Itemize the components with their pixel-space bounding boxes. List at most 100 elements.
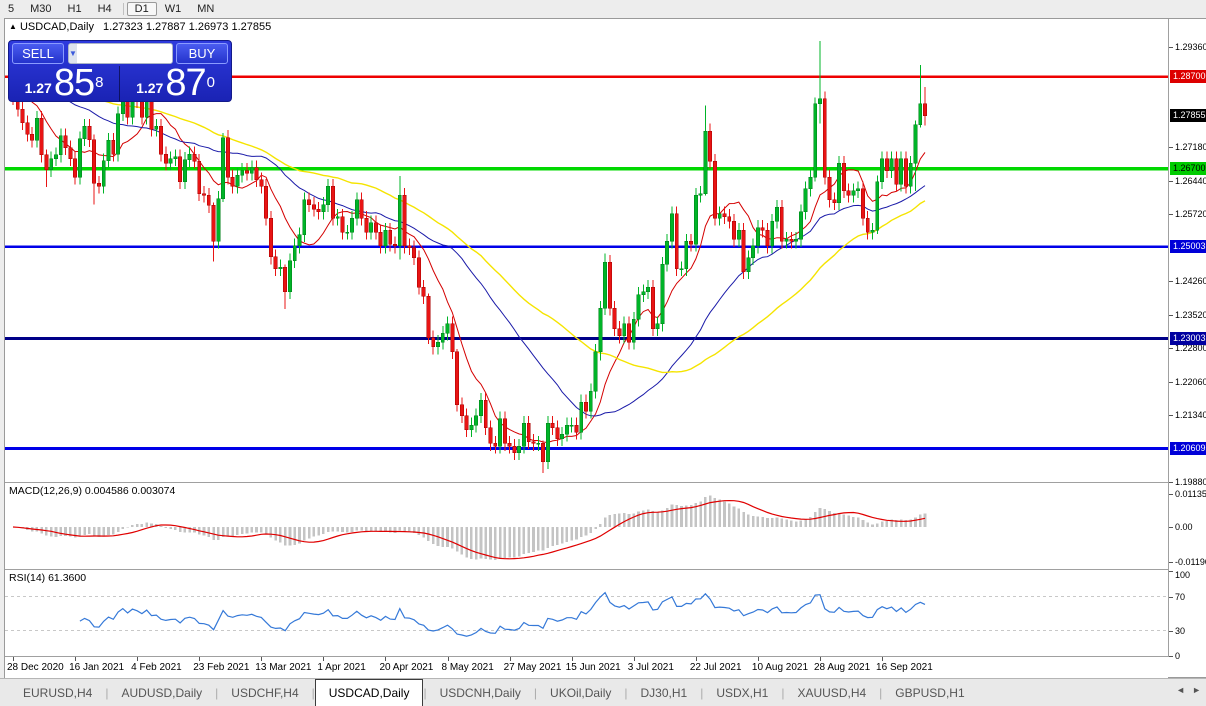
rsi-axis-label: 0 bbox=[1175, 651, 1181, 661]
rsi-axis-label: 70 bbox=[1175, 591, 1186, 602]
axis-tick bbox=[1169, 482, 1173, 483]
tab-gbpusd-h1[interactable]: GBPUSD,H1 bbox=[882, 679, 977, 706]
timeframe-button-h4[interactable]: H4 bbox=[90, 2, 120, 16]
sell-button[interactable]: SELL bbox=[12, 43, 64, 64]
tab-scroll-right-icon[interactable]: ► bbox=[1192, 685, 1201, 695]
timeframe-button-mn[interactable]: MN bbox=[189, 2, 222, 16]
axis-tick bbox=[1169, 630, 1173, 632]
buy-price[interactable]: 1.27 87 0 bbox=[120, 64, 231, 102]
date-tick bbox=[633, 657, 635, 661]
axis-tick bbox=[1169, 656, 1173, 657]
one-click-trading-panel: SELL ▼ ▲ BUY 1.27 85 8 1.27 87 0 bbox=[8, 40, 232, 102]
price-up-arrow-icon: ▲ bbox=[9, 22, 17, 31]
sell-price-base: 1.27 bbox=[24, 80, 52, 96]
rsi-axis-label: 100 bbox=[1175, 570, 1191, 580]
timeframe-button-h1[interactable]: H1 bbox=[60, 2, 90, 16]
macd-axis-label: 0.01135 bbox=[1175, 488, 1206, 499]
date-axis-label: 13 Mar 2021 bbox=[255, 662, 312, 673]
macd-axis-label: -0.01190 bbox=[1175, 557, 1206, 568]
tab-usdx-h1[interactable]: USDX,H1 bbox=[703, 679, 781, 706]
price-axis-label: 1.21340 bbox=[1175, 409, 1206, 420]
date-tick bbox=[447, 657, 449, 661]
date-tick bbox=[199, 657, 201, 661]
rsi-axis-label: 30 bbox=[1175, 625, 1186, 636]
date-tick bbox=[13, 657, 14, 661]
axis-tick bbox=[1169, 596, 1173, 598]
symbol-title: USDCAD,Daily bbox=[19, 21, 94, 33]
tab-xauusd-h4[interactable]: XAUUSD,H4 bbox=[784, 679, 879, 706]
sell-price-point: 8 bbox=[95, 74, 104, 91]
level-price-badge: 1.23003 bbox=[1170, 331, 1206, 345]
tab-scroll-controls: ◄ ► bbox=[1169, 685, 1201, 695]
date-tick bbox=[137, 657, 139, 661]
tab-dj30-h1[interactable]: DJ30,H1 bbox=[628, 679, 701, 706]
date-axis-label: 10 Aug 2021 bbox=[751, 662, 809, 673]
date-tick bbox=[323, 657, 325, 661]
axis-tick bbox=[1169, 280, 1173, 282]
date-axis-label: 27 May 2021 bbox=[503, 662, 562, 673]
level-price-badge: 1.26700 bbox=[1170, 161, 1206, 175]
chart-tab-bar: EURUSD,H4 | AUDUSD,Daily | USDCHF,H4 | USDCAD,… bbox=[0, 678, 1206, 706]
macd-chart-canvas[interactable] bbox=[5, 484, 1168, 569]
level-price-badge: 1.25003 bbox=[1170, 239, 1206, 253]
date-tick bbox=[261, 657, 263, 661]
pane-separator[interactable] bbox=[5, 569, 1206, 570]
symbol-ohlc-values: 1.27323 1.27887 1.26973 1.27855 bbox=[103, 21, 272, 33]
price-axis-label: 1.23520 bbox=[1175, 309, 1206, 320]
level-price-badge: 1.20609 bbox=[1170, 441, 1206, 455]
macd-indicator-label: MACD(12,26,9) 0.004586 0.003074 bbox=[9, 485, 176, 497]
timeframe-toolbar: 5 M30 H1 H4 D1 W1 MN bbox=[0, 0, 1206, 18]
date-tick bbox=[882, 657, 884, 661]
volume-input[interactable] bbox=[76, 44, 172, 63]
date-tick bbox=[385, 657, 387, 661]
axis-tick bbox=[1169, 493, 1173, 495]
rsi-indicator-label: RSI(14) 61.3600 bbox=[9, 572, 87, 584]
price-axis-label: 1.19880 bbox=[1175, 477, 1206, 487]
timeframe-button-5[interactable]: 5 bbox=[0, 2, 22, 16]
timeframe-button-m30[interactable]: M30 bbox=[22, 2, 59, 16]
price-axis-label: 1.22060 bbox=[1175, 376, 1206, 387]
tab-scroll-left-icon[interactable]: ◄ bbox=[1176, 685, 1185, 695]
date-axis-label: 16 Jan 2021 bbox=[69, 662, 125, 673]
price-axis-label: 1.25720 bbox=[1175, 208, 1206, 219]
buy-price-base: 1.27 bbox=[136, 80, 164, 96]
level-price-badge: 1.28700 bbox=[1170, 69, 1206, 83]
axis-tick bbox=[1169, 562, 1173, 564]
timeframe-button-w1[interactable]: W1 bbox=[157, 2, 190, 16]
price-axis-label: 1.27180 bbox=[1175, 141, 1206, 152]
date-axis: 28 Dec 2020 16 Jan 2021 4 Feb 2021 23 Feb 2… bbox=[5, 657, 1168, 679]
date-axis-label: 22 Jul 2021 bbox=[689, 662, 742, 673]
chart-window: ▲ USDCAD,Daily 1.27323 1.27887 1.26973 1… bbox=[4, 18, 1206, 679]
tab-usdchf-h4[interactable]: USDCHF,H4 bbox=[218, 679, 311, 706]
volume-spinner: ▼ ▲ bbox=[68, 43, 173, 64]
date-axis-label: 20 Apr 2021 bbox=[379, 662, 434, 673]
tab-audusd-daily[interactable]: AUDUSD,Daily bbox=[108, 679, 215, 706]
date-axis-label: 15 Jun 2021 bbox=[565, 662, 621, 673]
price-axis: 1.29360 1.27180 1.26440 1.25720 1.24260 1.235… bbox=[1168, 19, 1206, 661]
pane-separator[interactable] bbox=[5, 482, 1206, 483]
axis-tick bbox=[1169, 381, 1173, 383]
date-tick bbox=[75, 657, 77, 661]
buy-button[interactable]: BUY bbox=[176, 43, 228, 64]
rsi-chart-canvas[interactable] bbox=[5, 571, 1168, 656]
axis-tick bbox=[1169, 527, 1173, 528]
axis-tick bbox=[1169, 314, 1173, 316]
tab-eurusd-h4[interactable]: EURUSD,H4 bbox=[10, 679, 105, 706]
price-axis-label: 1.26440 bbox=[1175, 175, 1206, 186]
tab-ukoil-daily[interactable]: UKOil,Daily bbox=[537, 679, 624, 706]
tab-usdcad-daily[interactable]: USDCAD,Daily bbox=[314, 679, 424, 706]
tab-bar-stub bbox=[0, 679, 10, 706]
axis-tick bbox=[1169, 213, 1173, 215]
date-tick bbox=[509, 657, 511, 661]
price-axis-label: 1.24260 bbox=[1175, 275, 1206, 286]
price-axis-label: 1.29360 bbox=[1175, 41, 1206, 52]
macd-axis-label: 0.00 bbox=[1175, 522, 1193, 532]
sell-price[interactable]: 1.27 85 8 bbox=[9, 62, 120, 104]
date-axis-label: 28 Aug 2021 bbox=[813, 662, 871, 673]
date-tick bbox=[757, 657, 759, 661]
volume-decrease-icon[interactable]: ▼ bbox=[69, 44, 77, 63]
tab-usdcnh-daily[interactable]: USDCNH,Daily bbox=[427, 679, 534, 706]
date-tick bbox=[695, 657, 697, 661]
sell-price-pips: 85 bbox=[53, 62, 95, 104]
timeframe-button-d1[interactable]: D1 bbox=[126, 2, 157, 16]
